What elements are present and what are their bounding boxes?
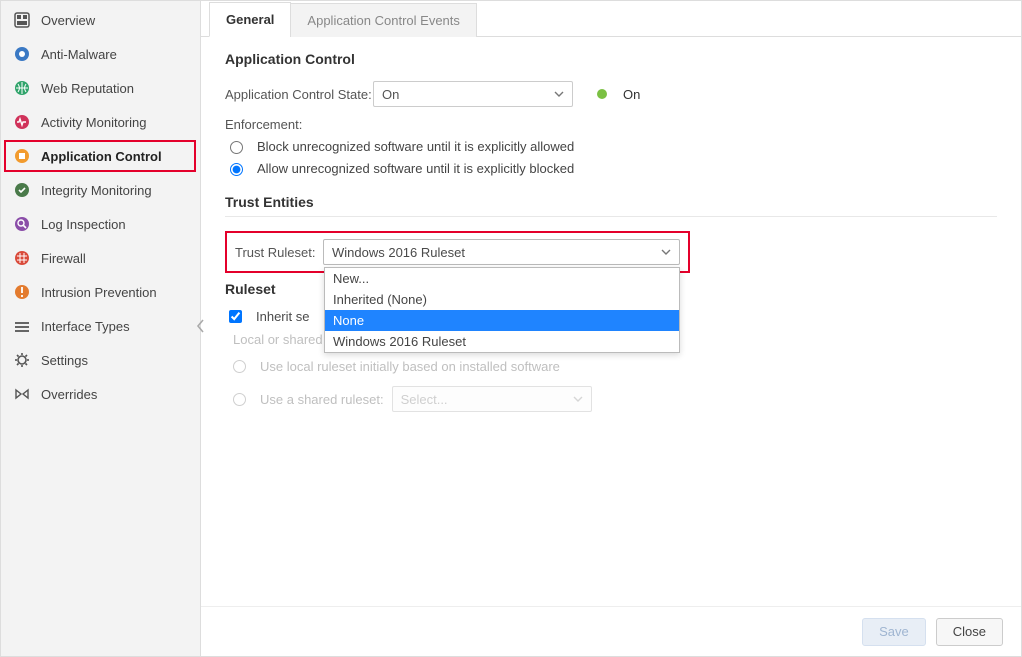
- radio-block-unrecognized[interactable]: Block unrecognized software until it is …: [225, 138, 997, 154]
- sidebar-item-application-control[interactable]: Application Control: [1, 139, 200, 173]
- tab-app-control-events[interactable]: Application Control Events: [290, 3, 476, 37]
- sidebar-item-label: Integrity Monitoring: [41, 183, 186, 198]
- sidebar-item-interface-types[interactable]: Interface Types: [1, 309, 200, 343]
- sidebar-item-label: Overview: [41, 13, 186, 28]
- sidebar-item-anti-malware[interactable]: Anti-Malware: [1, 37, 200, 71]
- radio-label: Block unrecognized software until it is …: [257, 139, 574, 154]
- sidebar-item-label: Overrides: [41, 387, 186, 402]
- row-enforcement-label: Enforcement:: [225, 117, 997, 132]
- radio-label: Use local ruleset initially based on ins…: [260, 359, 560, 374]
- radio-label: Use a shared ruleset:: [260, 392, 384, 407]
- label-app-control-state: Application Control State:: [225, 87, 373, 102]
- sidebar-item-web-reputation[interactable]: Web Reputation: [1, 71, 200, 105]
- option-new[interactable]: New...: [325, 268, 679, 289]
- settings-icon: [13, 351, 31, 369]
- tabs: General Application Control Events: [201, 1, 1021, 37]
- integrity-icon: [13, 181, 31, 199]
- content: Application Control Application Control …: [201, 37, 1021, 606]
- option-windows-2016-ruleset[interactable]: Windows 2016 Ruleset: [325, 331, 679, 352]
- appcontrol-icon: [13, 147, 31, 165]
- sidebar-item-intrusion-prevention[interactable]: Intrusion Prevention: [1, 275, 200, 309]
- malware-icon: [13, 45, 31, 63]
- row-app-control-state: Application Control State: On On: [225, 81, 997, 107]
- checkbox-label: Inherit se: [256, 309, 309, 324]
- label-enforcement: Enforcement:: [225, 117, 302, 132]
- firewall-icon: [13, 249, 31, 267]
- tab-general[interactable]: General: [209, 2, 291, 37]
- chevron-down-icon: [554, 91, 564, 97]
- radio-disabled-icon: [233, 393, 246, 406]
- radio-allow-unrecognized[interactable]: Allow unrecognized software until it is …: [225, 160, 997, 176]
- overview-icon: [13, 11, 31, 29]
- checkbox-input-inherit[interactable]: [229, 310, 242, 323]
- ips-icon: [13, 283, 31, 301]
- section-title-trust-entities: Trust Entities: [225, 194, 997, 217]
- radio-label: Allow unrecognized software until it is …: [257, 161, 574, 176]
- radio-disabled-icon: [233, 360, 246, 373]
- sidebar-item-label: Interface Types: [41, 319, 186, 334]
- sidebar-item-overview[interactable]: Overview: [1, 3, 200, 37]
- sidebar-item-label: Activity Monitoring: [41, 115, 186, 130]
- close-button[interactable]: Close: [936, 618, 1003, 646]
- option-inherited-none[interactable]: Inherited (None): [325, 289, 679, 310]
- trust-ruleset-group: Trust Ruleset: Windows 2016 Ruleset New.…: [225, 231, 690, 273]
- dropdown-trust-ruleset: New... Inherited (None) None Windows 201…: [324, 267, 680, 353]
- sidebar-item-firewall[interactable]: Firewall: [1, 241, 200, 275]
- sidebar-item-label: Anti-Malware: [41, 47, 186, 62]
- radio-input-block[interactable]: [230, 141, 243, 154]
- sidebar-item-label: Application Control: [41, 149, 186, 164]
- main: General Application Control Events Appli…: [201, 1, 1021, 656]
- sidebar-item-overrides[interactable]: Overrides: [1, 377, 200, 411]
- sidebar-item-integrity-monitoring[interactable]: Integrity Monitoring: [1, 173, 200, 207]
- sidebar-item-label: Intrusion Prevention: [41, 285, 186, 300]
- sidebar-item-activity-monitoring[interactable]: Activity Monitoring: [1, 105, 200, 139]
- sidebar-item-label: Firewall: [41, 251, 186, 266]
- label-trust-ruleset: Trust Ruleset:: [235, 245, 323, 260]
- sidebar-item-log-inspection[interactable]: Log Inspection: [1, 207, 200, 241]
- sidebar-item-label: Web Reputation: [41, 81, 186, 96]
- select-value: On: [382, 87, 399, 102]
- overrides-icon: [13, 385, 31, 403]
- option-none[interactable]: None: [325, 310, 679, 331]
- select-app-control-state[interactable]: On: [373, 81, 573, 107]
- status-text: On: [623, 87, 640, 102]
- select-value: Windows 2016 Ruleset: [332, 245, 465, 260]
- sidebar-item-settings[interactable]: Settings: [1, 343, 200, 377]
- select-trust-ruleset[interactable]: Windows 2016 Ruleset: [323, 239, 680, 265]
- section-title-application-control: Application Control: [225, 51, 997, 67]
- log-icon: [13, 215, 31, 233]
- activity-icon: [13, 113, 31, 131]
- radio-use-local-ruleset: Use local ruleset initially based on ins…: [233, 359, 997, 374]
- chevron-down-icon: [661, 249, 671, 255]
- sidebar-item-label: Settings: [41, 353, 186, 368]
- radio-use-shared-ruleset: Use a shared ruleset: Select...: [233, 386, 997, 412]
- status-indicator: [597, 89, 607, 99]
- web-icon: [13, 79, 31, 97]
- sidebar-item-label: Log Inspection: [41, 217, 186, 232]
- select-shared-ruleset: Select...: [392, 386, 592, 412]
- footer: Save Close: [201, 606, 1021, 656]
- save-button[interactable]: Save: [862, 618, 926, 646]
- radio-input-allow[interactable]: [230, 163, 243, 176]
- sidebar: Overview Anti-Malware Web Reputation Act…: [1, 1, 201, 656]
- select-placeholder: Select...: [401, 392, 448, 407]
- interface-icon: [13, 317, 31, 335]
